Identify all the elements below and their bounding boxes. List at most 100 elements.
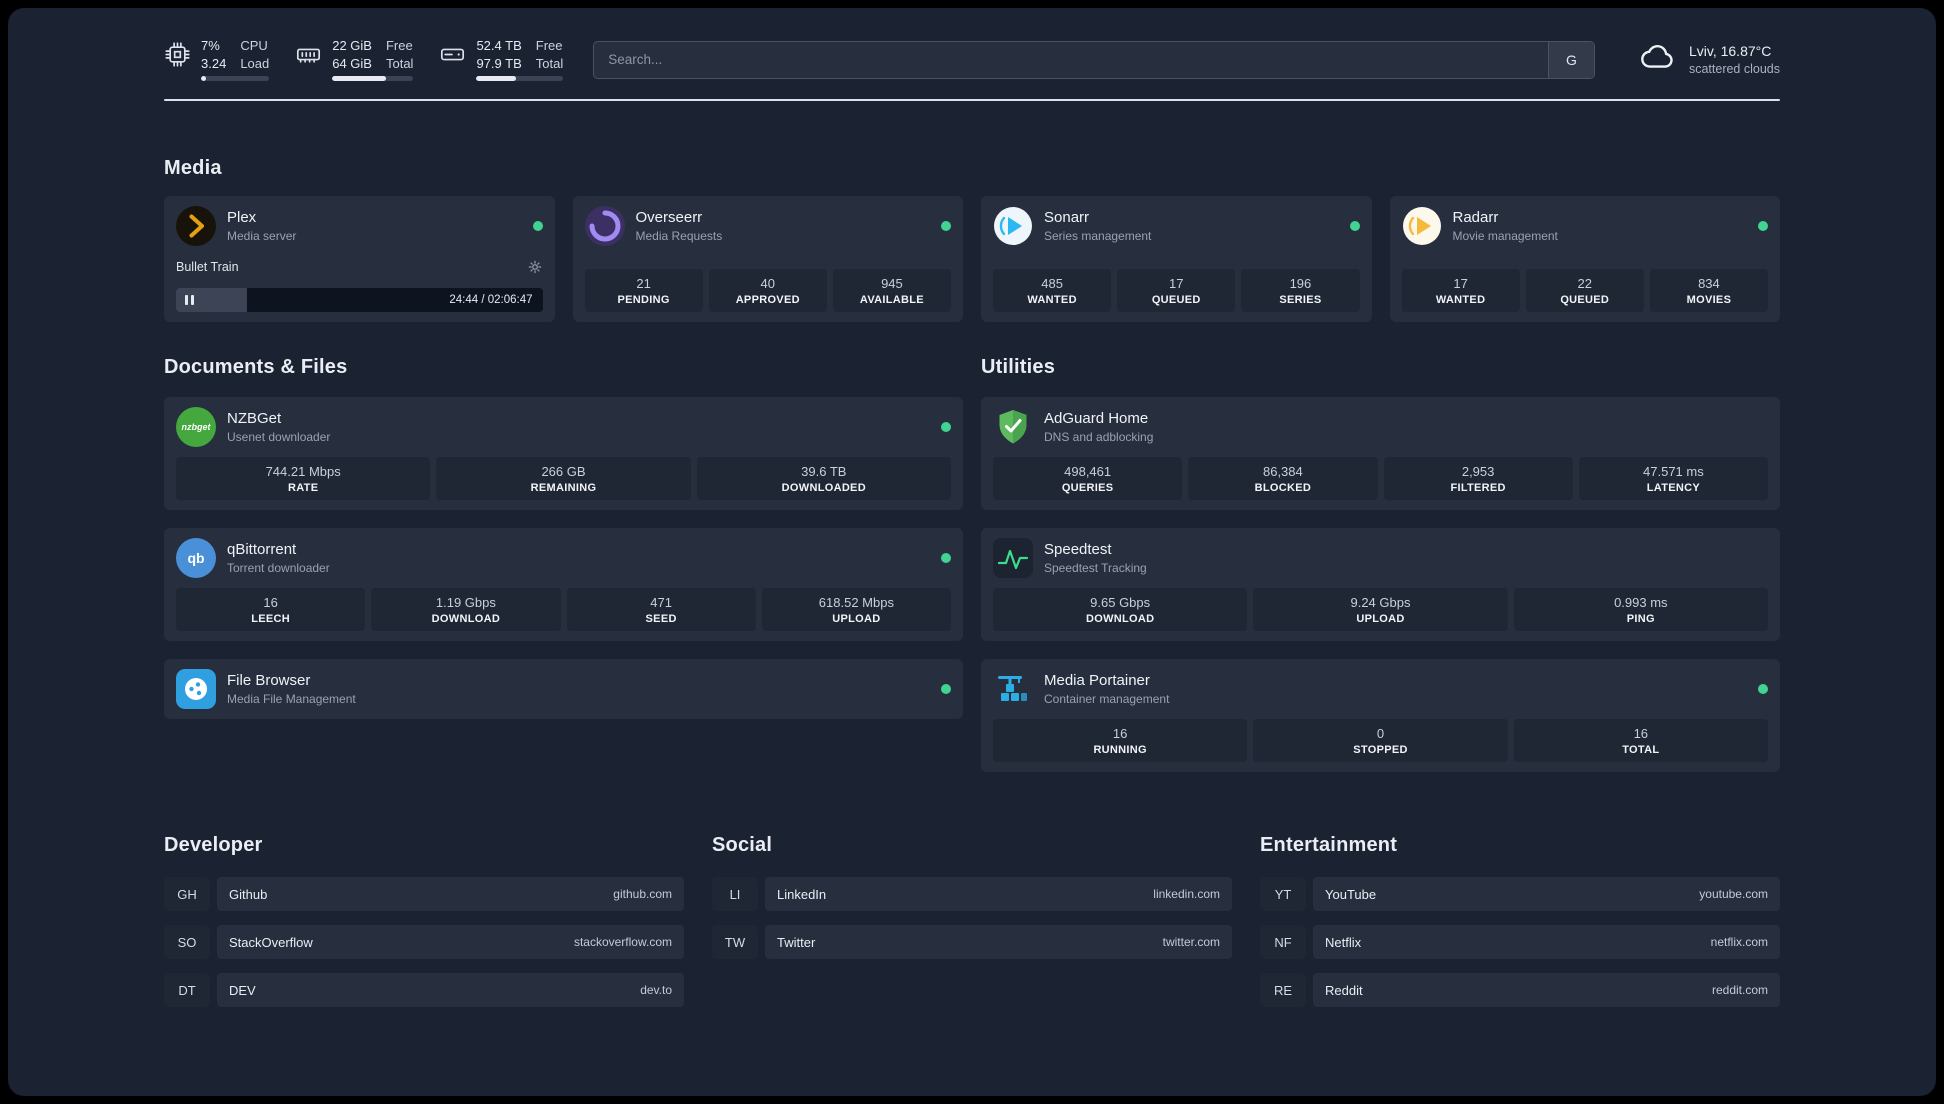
stat-tile: 16 RUNNING: [993, 719, 1248, 763]
stat-label: DOWNLOAD: [431, 613, 501, 626]
media-progress-bar: 24:44 / 02:06:47: [176, 288, 543, 313]
now-playing-title: Bullet Train: [176, 260, 239, 275]
service-description: Media server: [227, 229, 297, 244]
memory-usage-fill: [332, 76, 386, 82]
stat-tile: 9.24 Gbps UPLOAD: [1253, 588, 1508, 632]
stat-label: LATENCY: [1646, 482, 1700, 495]
bookmark-linkedin[interactable]: LI LinkedIn linkedin.com: [712, 877, 1232, 912]
search-bar: G: [593, 40, 1595, 79]
service-description: Torrent downloader: [227, 561, 330, 576]
cpu-load-label: Load: [240, 55, 270, 71]
stat-value: 39.6 TB: [801, 464, 847, 480]
bookmarks-entertainment: Entertainment YT YouTube youtube.com NF …: [1260, 834, 1780, 1008]
stat-tile: 39.6 TB DOWNLOADED: [696, 457, 951, 501]
weather-condition: scattered clouds: [1688, 62, 1780, 77]
service-card-nzbget[interactable]: nzbget NZBGet Usenet downloader 744.21 M…: [164, 397, 963, 511]
bookmark-abbr: RE: [1260, 973, 1306, 1008]
stat-value: 485: [1041, 276, 1063, 292]
stat-tile: 16 LEECH: [176, 588, 366, 632]
cpu-label: CPU: [240, 38, 268, 53]
bookmark-dev[interactable]: DT DEV dev.to: [164, 973, 684, 1008]
search-input[interactable]: [594, 41, 1548, 78]
section-title-entertainment: Entertainment: [1260, 834, 1398, 857]
stat-tile: 266 GB REMAINING: [436, 457, 691, 501]
stat-value: 834: [1698, 276, 1720, 292]
service-description: Media File Management: [227, 692, 356, 707]
disk-usage-fill: [476, 76, 517, 82]
stat-label: QUEUED: [1560, 294, 1610, 307]
service-card-portainer[interactable]: Media Portainer Container management 16 …: [981, 659, 1780, 773]
stat-value: 744.21 Mbps: [265, 464, 341, 480]
stat-value: 21: [636, 276, 651, 292]
nzbget-icon: nzbget: [176, 407, 216, 448]
bookmark-twitter[interactable]: TW Twitter twitter.com: [712, 925, 1232, 960]
bookmark-abbr: GH: [164, 877, 210, 912]
service-name: NZBGet: [227, 410, 282, 428]
service-name: Overseerr: [635, 209, 703, 227]
bookmark-github[interactable]: GH Github github.com: [164, 877, 684, 912]
stat-value: 196: [1289, 276, 1312, 292]
ram-icon: [295, 41, 322, 68]
bookmark-reddit[interactable]: RE Reddit reddit.com: [1260, 973, 1780, 1008]
stat-value: 1.19 Gbps: [435, 595, 496, 611]
service-card-filebrowser[interactable]: File Browser Media File Management: [164, 659, 963, 720]
pause-button[interactable]: [185, 295, 194, 306]
stat-tile: 9.65 Gbps DOWNLOAD: [993, 588, 1248, 632]
service-card-qbittorrent[interactable]: qb qBittorrent Torrent downloader 16 LEE…: [164, 528, 963, 642]
memory-usage-bar: [332, 76, 414, 82]
bookmark-name: StackOverflow: [229, 934, 313, 950]
status-dot: [1758, 684, 1768, 695]
service-card-plex[interactable]: Plex Media server Bullet Train 24:44 / 0…: [164, 196, 555, 323]
weather-location: Lviv, 16.87°C: [1688, 43, 1772, 60]
stat-label: UPLOAD: [832, 613, 881, 626]
service-card-overseerr[interactable]: Overseerr Media Requests 21 PENDING 40 A…: [572, 196, 963, 323]
stat-value: 47.571 ms: [1643, 464, 1704, 480]
service-card-adguard[interactable]: AdGuard Home DNS and adblocking 498,461 …: [981, 397, 1780, 511]
sonarr-icon: [993, 206, 1033, 246]
stat-value: 40: [760, 276, 775, 292]
portainer-icon: [993, 669, 1033, 709]
stat-tile: 196 SERIES: [1241, 269, 1360, 313]
stat-value: 17: [1453, 276, 1468, 292]
disk-usage-bar: [476, 76, 564, 82]
section-title-utilities: Utilities: [981, 356, 1056, 379]
playback-time: 24:44 / 02:06:47: [449, 294, 533, 307]
stat-tile: 1.19 Gbps DOWNLOAD: [371, 588, 561, 632]
stat-label: QUEUED: [1151, 294, 1201, 307]
bookmark-youtube[interactable]: YT YouTube youtube.com: [1260, 877, 1780, 912]
service-card-radarr[interactable]: Radarr Movie management 17 WANTED 22 QUE…: [1389, 196, 1780, 323]
filebrowser-icon: [176, 669, 216, 710]
hard-drive-icon: [439, 41, 466, 68]
bookmarks-section: Developer GH Github github.com SO StackO…: [164, 834, 1780, 1047]
status-dot: [532, 221, 543, 232]
bookmark-url: netflix.com: [1710, 935, 1768, 950]
stat-label: PENDING: [617, 294, 670, 307]
stat-value: 16: [1112, 726, 1128, 742]
service-card-sonarr[interactable]: Sonarr Series management 485 WANTED 17 Q…: [981, 196, 1372, 323]
section-title-developer: Developer: [164, 834, 263, 857]
stat-tile: 471 SEED: [566, 588, 756, 632]
stat-value: 471: [650, 595, 672, 611]
bookmark-netflix[interactable]: NF Netflix netflix.com: [1260, 925, 1780, 960]
stat-tile: 498,461 QUERIES: [993, 457, 1183, 501]
header-divider: [164, 99, 1780, 102]
bookmark-url: github.com: [613, 887, 672, 902]
adguard-icon: [993, 407, 1033, 447]
service-card-speedtest[interactable]: Speedtest Speedtest Tracking 9.65 Gbps D…: [981, 528, 1780, 642]
stat-value: 86,384: [1262, 464, 1303, 480]
bookmark-name: Netflix: [1325, 934, 1362, 950]
gear-icon[interactable]: [527, 259, 543, 275]
service-description: Usenet downloader: [227, 430, 331, 445]
bookmark-stackoverflow[interactable]: SO StackOverflow stackoverflow.com: [164, 925, 684, 960]
bookmark-abbr: NF: [1260, 925, 1306, 960]
bookmark-abbr: YT: [1260, 877, 1306, 912]
cloud-icon: [1639, 38, 1677, 81]
stat-tile: 47.571 ms LATENCY: [1578, 457, 1768, 501]
memory-total-label: Total: [385, 55, 414, 71]
search-provider-button[interactable]: G: [1547, 41, 1594, 78]
stat-value: 16: [263, 595, 278, 611]
cpu-load-value: 3.24: [201, 55, 227, 71]
stat-label: AVAILABLE: [859, 294, 924, 307]
bookmarks-social: Social LI LinkedIn linkedin.com TW Twitt…: [712, 834, 1232, 960]
stat-label: BLOCKED: [1254, 482, 1312, 495]
